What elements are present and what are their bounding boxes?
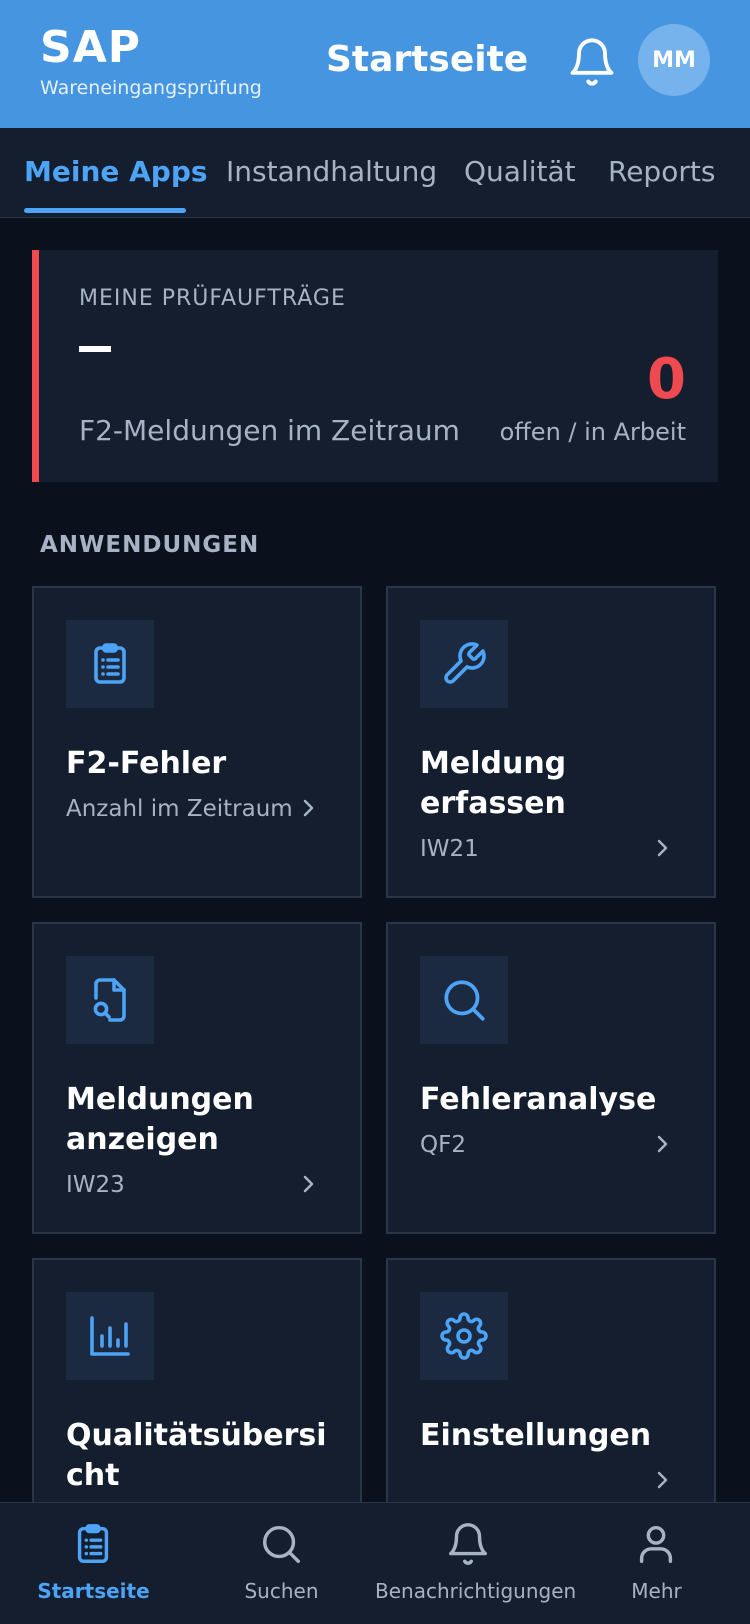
search-icon [262,1525,300,1563]
open-count: 0 [647,347,686,412]
nav-label: Mehr [631,1579,682,1603]
user-icon [639,1525,673,1563]
wrench-icon [420,620,508,708]
page-title: Startseite [326,39,529,80]
avatar[interactable]: MM [638,24,710,96]
bell-icon [449,1523,487,1565]
bottom-nav: Startseite Suchen Benachrichtigungen Meh… [0,1502,750,1624]
chevron-right-icon [657,1471,668,1489]
brand-logo: SAP [40,22,141,73]
tile-title: Fehleranalyse [420,1082,657,1117]
nav-label: Suchen [244,1579,319,1603]
tab-instandhaltung[interactable]: Instandhaltung [226,154,437,190]
tile-title: Meldungen anzeigen [66,1082,254,1157]
tile-title: Qualitätsübersicht [66,1418,327,1493]
chevron-right-icon [303,1175,314,1193]
summary-value-placeholder [79,346,111,352]
inspection-orders-card[interactable]: MEINE PRÜFAUFTRÄGE F2-Meldungen im Zeitr… [32,250,718,482]
nav-item-benachrichtigungen[interactable]: Benachrichtigungen [375,1503,577,1624]
tile-subtitle: IW23 [66,1172,125,1198]
nav-item-startseite[interactable]: Startseite [0,1503,187,1624]
app-tile-f2-fehler[interactable]: F2-Fehler Anzahl im Zeitraum [32,586,362,898]
app-tile-meldung-erfassen[interactable]: Meldung erfassen IW21 [386,586,716,898]
nav-label: Benachrichtigungen [375,1579,577,1603]
brand: SAP Wareneingangsprüfung [40,22,262,100]
nav-label: Startseite [37,1579,150,1603]
chevron-right-icon [303,799,314,817]
app-tile-meldungen-anzeigen[interactable]: Meldungen anzeigen IW23 [32,922,362,1234]
active-tab-indicator [24,208,186,213]
tab-reports[interactable]: Reports [608,154,715,190]
tile-title: Meldung erfassen [420,746,567,821]
file-search-icon [66,956,154,1044]
open-status-label: offen / in Arbeit [499,418,686,446]
clipboard-list-icon [66,620,154,708]
tab-bar: Meine Apps Instandhaltung Qualität Repor… [0,128,750,218]
tile-subtitle: IW21 [420,836,479,862]
app-root: SAP Wareneingangsprüfung Startseite MM M… [0,0,750,1624]
notifications-button[interactable] [566,36,618,88]
brand-subtitle: Wareneingangsprüfung [40,77,262,99]
tab-qualitaet[interactable]: Qualität [464,154,576,190]
clipboard-list-icon [77,1524,109,1563]
search-icon [420,956,508,1044]
summary-label: MEINE PRÜFAUFTRÄGE [79,286,346,311]
bar-chart-icon [66,1292,154,1380]
gear-icon [420,1292,508,1380]
tile-title: F2-Fehler [66,746,227,781]
chevron-right-icon [657,839,668,857]
nav-item-mehr[interactable]: Mehr [563,1503,750,1624]
summary-description: F2-Meldungen im Zeitraum [79,414,460,447]
nav-item-suchen[interactable]: Suchen [188,1503,375,1624]
app-tile-fehleranalyse[interactable]: Fehleranalyse QF2 [386,922,716,1234]
tile-subtitle: QF2 [420,1132,466,1158]
app-header: SAP Wareneingangsprüfung Startseite MM [0,0,750,128]
tile-subtitle: Anzahl im Zeitraum [66,796,293,822]
tab-meine-apps[interactable]: Meine Apps [24,154,208,190]
chevron-right-icon [657,1135,668,1153]
section-heading: ANWENDUNGEN [40,532,260,558]
tile-title: Einstellungen [420,1418,652,1453]
bell-icon [570,38,614,86]
